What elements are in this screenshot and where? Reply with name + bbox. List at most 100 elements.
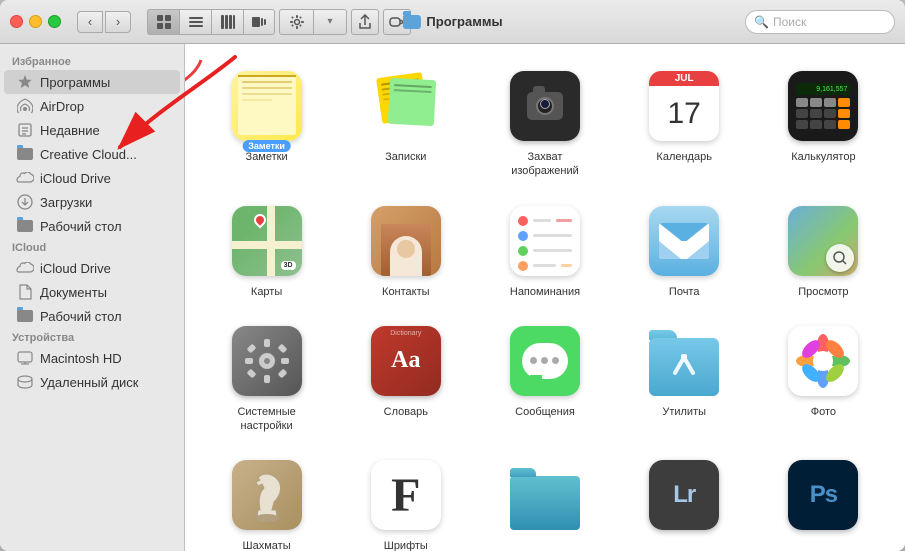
file-item-utilities[interactable]: Утилиты xyxy=(619,315,750,440)
file-item-ps[interactable]: Ps xyxy=(758,449,889,551)
maps-icon: 3D xyxy=(227,201,307,281)
file-item-lr[interactable]: Lr xyxy=(619,449,750,551)
view-cover-button[interactable] xyxy=(243,9,275,35)
sidebar-item-recent-icon xyxy=(16,121,34,139)
sidebar-item-programs[interactable]: Программы xyxy=(4,70,180,94)
sidebar-item-icloud-drive-icon xyxy=(16,259,34,277)
calculator-icon: 9,161,557 xyxy=(783,66,863,146)
gear-button[interactable] xyxy=(279,9,313,35)
sidebar-item-remote-disk-label: Удаленный диск xyxy=(40,375,138,390)
sidebar-item-recent[interactable]: Недавние xyxy=(4,118,180,142)
calculator-label: Калькулятор xyxy=(791,150,855,164)
preview-label: Просмотр xyxy=(798,285,848,299)
view-button-group xyxy=(147,9,275,35)
file-item-chess[interactable]: Шахматы xyxy=(201,449,332,551)
sidebar-item-downloads[interactable]: Загрузки xyxy=(4,190,180,214)
sidebar-item-remote-disk-icon xyxy=(16,373,34,391)
file-item-reminders[interactable]: Напоминания xyxy=(479,195,610,305)
file-item-lr-folder[interactable] xyxy=(479,449,610,551)
file-item-syspref[interactable]: Системные настройки xyxy=(201,315,332,440)
maximize-button[interactable] xyxy=(48,15,61,28)
file-item-fontbook[interactable]: F Шрифты xyxy=(340,449,471,551)
title-label: Программы xyxy=(426,14,502,29)
sidebar-item-icloud-drive-fav[interactable]: iCloud Drive xyxy=(4,166,180,190)
window-title: Программы xyxy=(402,14,502,29)
close-button[interactable] xyxy=(10,15,23,28)
calc-buttons xyxy=(796,98,850,129)
favorites-section-label: Избранное xyxy=(0,52,184,70)
file-item-messages[interactable]: Сообщения xyxy=(479,315,610,440)
reminders-icon xyxy=(505,201,585,281)
ps-icon: Ps xyxy=(783,455,863,535)
view-columns-button[interactable] xyxy=(211,9,243,35)
sidebar-item-documents[interactable]: Документы xyxy=(4,280,180,304)
file-item-contacts[interactable]: Контакты xyxy=(340,195,471,305)
contacts-icon xyxy=(366,201,446,281)
sidebar: Избранное Программы xyxy=(0,44,185,551)
sidebar-item-macintosh-hd[interactable]: Macintosh HD xyxy=(4,346,180,370)
search-icon: 🔍 xyxy=(754,15,769,29)
file-item-dictionary[interactable]: Dictionary Aa Словарь xyxy=(340,315,471,440)
sidebar-item-desktop-icloud[interactable]: Рабочий стол xyxy=(4,304,180,328)
share-button[interactable] xyxy=(351,9,379,35)
chess-piece-svg xyxy=(242,466,292,524)
gear-dropdown-button[interactable]: ▾ xyxy=(313,9,347,35)
sidebar-item-documents-icon xyxy=(16,283,34,301)
photos-label: Фото xyxy=(811,405,836,419)
photos-flower-svg xyxy=(793,331,853,391)
search-placeholder: Поиск xyxy=(773,15,806,29)
notes-label: Заметки xyxy=(246,150,288,164)
sidebar-item-recent-label: Недавние xyxy=(40,123,100,138)
sidebar-item-desktop-icloud-icon xyxy=(16,307,34,325)
sidebar-item-remote-disk[interactable]: Удаленный диск xyxy=(4,370,180,394)
mail-label: Почта xyxy=(669,285,700,299)
sidebar-item-desktop-fav-label: Рабочий стол xyxy=(40,219,122,234)
sidebar-item-macintosh-hd-icon xyxy=(16,349,34,367)
search-box[interactable]: 🔍 Поиск xyxy=(745,10,895,34)
traffic-lights xyxy=(10,15,61,28)
back-button[interactable]: ‹ xyxy=(77,11,103,33)
mail-icon xyxy=(644,201,724,281)
file-item-mail[interactable]: Почта xyxy=(619,195,750,305)
sidebar-item-creative-cloud[interactable]: Creative Cloud... xyxy=(4,142,180,166)
cal-month: JUL xyxy=(649,71,719,86)
sidebar-item-downloads-icon xyxy=(16,193,34,211)
screenshot-label: Захват изображений xyxy=(511,150,579,179)
main-area: Избранное Программы xyxy=(0,44,905,551)
contacts-label: Контакты xyxy=(382,285,430,299)
file-item-photos[interactable]: Фото xyxy=(758,315,889,440)
sidebar-item-airdrop[interactable]: AirDrop xyxy=(4,94,180,118)
sidebar-item-documents-label: Документы xyxy=(40,285,107,300)
sidebar-item-desktop-fav[interactable]: Рабочий стол xyxy=(4,214,180,238)
titlebar: ‹ › xyxy=(0,0,905,44)
preview-icon xyxy=(783,201,863,281)
sidebar-item-downloads-label: Загрузки xyxy=(40,195,92,210)
view-icon-button[interactable] xyxy=(147,9,179,35)
file-item-maps[interactable]: 3D Карты xyxy=(201,195,332,305)
utilities-icon xyxy=(644,321,724,401)
sidebar-item-creative-cloud-icon xyxy=(16,145,34,163)
calc-display: 9,161,557 xyxy=(796,83,850,95)
view-list-button[interactable] xyxy=(179,9,211,35)
syspref-icon xyxy=(227,321,307,401)
file-item-preview[interactable]: Просмотр xyxy=(758,195,889,305)
messages-icon xyxy=(505,321,585,401)
lr-folder-icon xyxy=(505,455,585,535)
messages-label: Сообщения xyxy=(515,405,575,419)
notes-icon: Заметки xyxy=(227,66,307,146)
action-buttons: ▾ xyxy=(279,9,347,35)
sidebar-item-creative-cloud-label: Creative Cloud... xyxy=(40,147,137,162)
syspref-label: Системные настройки xyxy=(237,405,295,434)
sidebar-item-airdrop-label: AirDrop xyxy=(40,99,84,114)
photos-icon xyxy=(783,321,863,401)
file-item-screenshot[interactable]: Захват изображений xyxy=(479,60,610,185)
file-item-stickies[interactable]: Записки xyxy=(340,60,471,185)
sidebar-item-desktop-fav-icon xyxy=(16,217,34,235)
file-item-calculator[interactable]: 9,161,557 xyxy=(758,60,889,185)
minimize-button[interactable] xyxy=(29,15,42,28)
file-item-calendar[interactable]: JUL 17 Календарь xyxy=(619,60,750,185)
forward-button[interactable]: › xyxy=(105,11,131,33)
sidebar-item-icloud-drive[interactable]: iCloud Drive xyxy=(4,256,180,280)
sidebar-item-airdrop-icon xyxy=(16,97,34,115)
file-item-notes[interactable]: Заметки Заметки xyxy=(201,60,332,185)
